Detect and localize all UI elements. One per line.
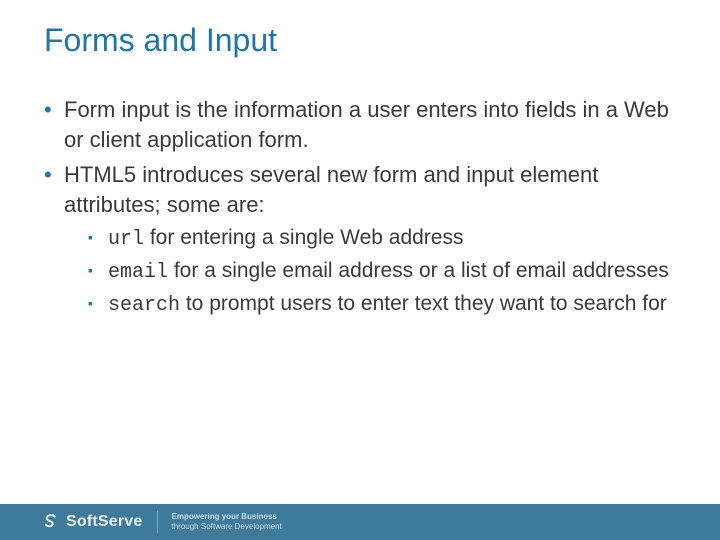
sub-bullet-item: url for entering a single Web address	[88, 224, 676, 253]
slide: Forms and Input Form input is the inform…	[0, 0, 720, 540]
brand-name: SoftServe	[66, 513, 143, 531]
footer-divider	[157, 511, 158, 533]
bullet-list: Form input is the information a user ent…	[44, 95, 676, 319]
sub-bullet-item: email for a single email address or a li…	[88, 257, 676, 286]
slide-title: Forms and Input	[44, 22, 676, 59]
sub-bullet-item: search to prompt users to enter text the…	[88, 290, 676, 319]
sub-bullet-list: url for entering a single Web address em…	[64, 224, 676, 319]
brand-logo-icon	[42, 513, 60, 531]
sub-bullet-text: for entering a single Web address	[144, 226, 463, 249]
code-text: url	[108, 228, 144, 251]
bullet-item: HTML5 introduces several new form and in…	[44, 160, 676, 318]
tagline-line2: through Software Development	[172, 522, 282, 532]
footer-bar: SoftServe Empowering your Business throu…	[0, 504, 720, 540]
tagline-line1: Empowering your Business	[172, 512, 282, 522]
bullet-text: HTML5 introduces several new form and in…	[64, 162, 598, 217]
brand-tagline: Empowering your Business through Softwar…	[172, 512, 282, 531]
code-text: email	[108, 261, 168, 284]
bullet-item: Form input is the information a user ent…	[44, 95, 676, 154]
sub-bullet-text: to prompt users to enter text they want …	[180, 292, 667, 315]
sub-bullet-text: for a single email address or a list of …	[168, 259, 669, 282]
slide-content: Form input is the information a user ent…	[44, 95, 676, 319]
code-text: search	[108, 294, 180, 317]
brand-logo: SoftServe	[42, 513, 143, 531]
